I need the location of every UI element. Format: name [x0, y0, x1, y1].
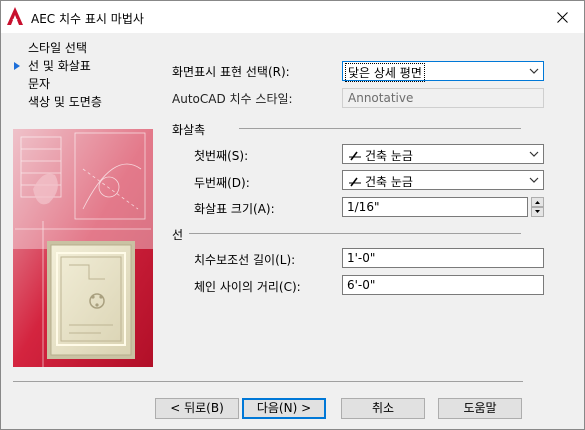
display-rep-label: 화면표시 표현 선택(R): — [172, 65, 290, 79]
cancel-button[interactable]: 취소 — [341, 398, 425, 419]
next-button[interactable]: 다음(N) > — [242, 398, 326, 419]
arrow-size-spinner[interactable] — [531, 197, 544, 217]
chevron-down-icon — [529, 151, 539, 157]
first-arrow-select[interactable]: 건축 눈금 — [342, 144, 544, 164]
nav-step-label: 색상 및 도면층 — [28, 95, 102, 109]
second-arrow-value: 건축 눈금 — [365, 175, 413, 189]
chain-distance-label: 체인 사이의 거리(C): — [194, 280, 301, 294]
arrow-size-value: 1/16" — [347, 200, 380, 214]
current-step-arrow-icon — [14, 62, 20, 70]
nav-step-label: 문자 — [28, 77, 51, 91]
arrowheads-section-title: 화살촉 — [172, 123, 206, 137]
arrow-size-label: 화살표 크기(A): — [194, 202, 275, 216]
display-rep-value: 닻은 상세 평면 — [345, 63, 425, 82]
chevron-down-icon — [529, 177, 539, 183]
spin-up-icon — [535, 201, 540, 204]
second-arrow-label: 두번째(D): — [194, 176, 250, 190]
close-icon — [556, 11, 568, 23]
help-button[interactable]: 도움말 — [438, 398, 522, 419]
wizard-steps-nav: 스타일 선택 선 및 화살표 문자 색상 및 도면층 — [13, 39, 163, 111]
chevron-down-icon — [529, 68, 539, 74]
back-button[interactable]: < 뒤로(B) — [155, 398, 239, 419]
nav-step-label: 스타일 선택 — [28, 41, 88, 55]
display-rep-select[interactable]: 닻은 상세 평면 — [342, 61, 544, 82]
lines-section-title: 선 — [172, 228, 184, 242]
architectural-tick-icon — [349, 177, 361, 187]
nav-step-lines-arrows[interactable]: 선 및 화살표 — [13, 57, 163, 75]
autocad-style-label: AutoCAD 치수 스타일: — [172, 92, 293, 106]
spin-down-icon — [535, 210, 540, 213]
extension-length-input[interactable]: 1'-0" — [342, 248, 544, 268]
architectural-tick-icon — [349, 151, 361, 161]
spin-down-button[interactable] — [531, 207, 544, 217]
extension-length-label: 치수보조선 길이(L): — [194, 253, 296, 267]
section-divider — [239, 128, 521, 129]
nav-step-style[interactable]: 스타일 선택 — [13, 39, 163, 57]
second-arrow-select[interactable]: 건축 눈금 — [342, 170, 544, 190]
nav-step-text[interactable]: 문자 — [13, 75, 163, 93]
first-arrow-label: 첫번째(S): — [194, 149, 249, 163]
chain-distance-value: 6'-0" — [347, 278, 376, 292]
extension-length-value: 1'-0" — [347, 251, 376, 265]
autocad-style-field: Annotative — [342, 88, 544, 108]
nav-step-label: 선 및 화살표 — [28, 59, 91, 73]
arrow-size-input[interactable]: 1/16" — [342, 197, 528, 217]
spin-up-button[interactable] — [531, 197, 544, 207]
section-divider — [189, 233, 521, 234]
autocad-logo-icon — [7, 7, 23, 25]
window-title: AEC 치수 표시 마법사 — [31, 12, 144, 26]
title-bar: AEC 치수 표시 마법사 — [1, 1, 584, 33]
nav-step-color-layer[interactable]: 색상 및 도면층 — [13, 93, 163, 111]
close-button[interactable] — [540, 1, 584, 33]
first-arrow-value: 건축 눈금 — [365, 149, 413, 163]
autocad-style-value: Annotative — [348, 91, 414, 105]
wizard-illustration — [13, 129, 153, 367]
chain-distance-input[interactable]: 6'-0" — [342, 275, 544, 295]
footer-divider — [13, 381, 523, 382]
wizard-window: AEC 치수 표시 마법사 스타일 선택 선 및 화살표 문자 색상 및 도면층 — [0, 0, 585, 430]
